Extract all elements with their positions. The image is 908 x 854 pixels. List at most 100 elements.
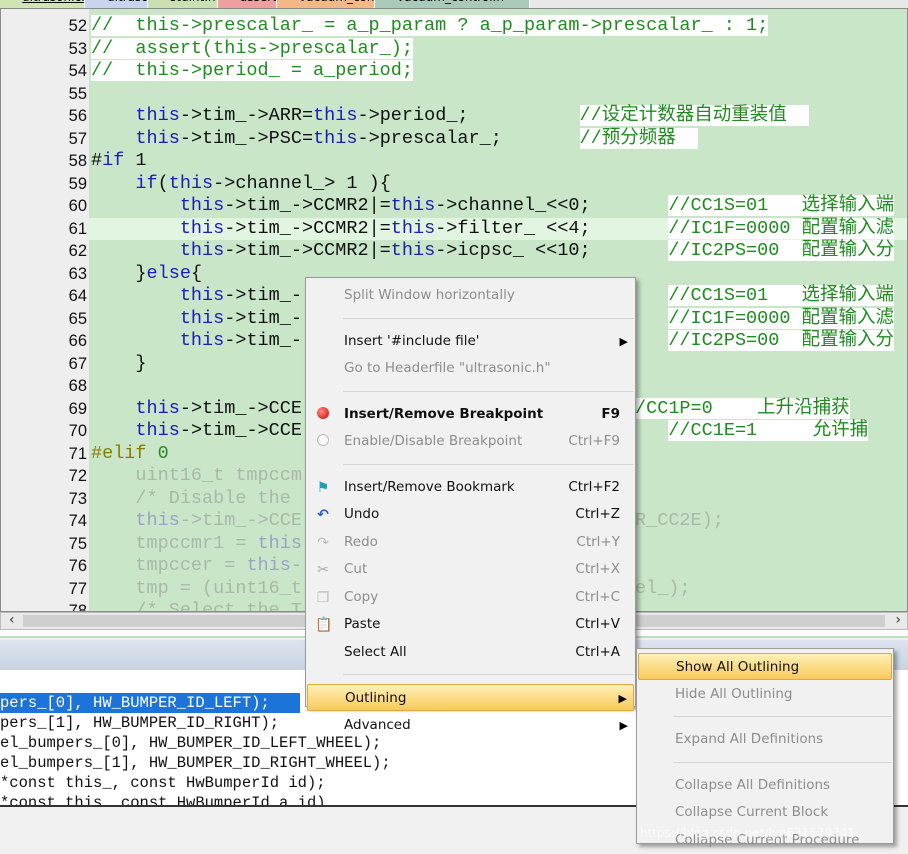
menu-item-insert-remove-bookmark[interactable]: ⚑ Insert/Remove Bookmark Ctrl+F2 (307, 474, 634, 501)
tab-ultrasonic-c[interactable]: ultrasonic.c (0, 0, 85, 8)
menu-item-undo[interactable]: ↶ Undo Ctrl+Z (307, 501, 634, 528)
menu-item-insert-include-file[interactable]: Insert '#include file' ▶ (307, 328, 634, 355)
code-line[interactable]: 52// this->prescalar_ = a_p_param ? a_p_… (1, 15, 907, 38)
code-text: }else{ (91, 262, 203, 284)
code-line[interactable]: 54// this->period_ = a_period; (1, 60, 907, 83)
menu-item-shortcut: Ctrl+V (575, 616, 620, 632)
menu-item-paste[interactable]: 📋 Paste Ctrl+V (307, 611, 634, 638)
menu-item-label: Insert/Remove Bookmark (344, 478, 515, 495)
menu-item-label: Outlining (345, 690, 407, 706)
outlining-submenu: Show All Outlining Hide All Outlining Expa… (636, 648, 894, 848)
menu-item-expand-all-definitions[interactable]: Expand All Definitions (638, 726, 892, 753)
submenu-arrow-icon: ▶ (619, 334, 628, 348)
code-text: this->tim_->ARR=this->period_; //设定计数器自动… (135, 105, 809, 126)
line-number: 73 (68, 489, 87, 508)
output-line[interactable]: pers_[0], HW_BUMPER_ID_LEFT); (0, 693, 300, 713)
code-line[interactable]: 55 (1, 83, 907, 106)
menu-item-copy[interactable]: ❐ Copy Ctrl+C (307, 584, 634, 611)
code-text: #elif 0 (91, 442, 169, 464)
breakpoint-icon (315, 406, 331, 423)
code-line[interactable]: 60 this->tim_->CCMR2|=this->channel_<<0;… (1, 195, 907, 218)
menu-item-label: Show All Outlining (676, 659, 800, 675)
line-number: 69 (68, 399, 87, 418)
menu-separator (343, 317, 634, 319)
line-number: 78 (68, 602, 87, 612)
code-text: if(this->channel_> 1 ){ (135, 172, 391, 194)
output-line[interactable]: *const this_, const HwBumperId id); (0, 773, 326, 793)
bookmark-flag-icon: ⚑ (316, 479, 330, 496)
tab-vacuum_control-h[interactable]: vacuum_control.h (375, 0, 530, 8)
code-text: this->tim_->CCMR2|=this->icpsc_ <<10; //… (179, 240, 895, 261)
code-text: this->tim_->CCMR2|=this->channel_<<0; //… (179, 195, 895, 216)
line-number: 70 (68, 422, 87, 440)
menu-item-label: Enable/Disable Breakpoint (344, 433, 523, 449)
code-text: #if 1 (91, 150, 147, 171)
menu-item-shortcut: Ctrl+F9 (568, 433, 620, 449)
line-number: 60 (68, 197, 87, 215)
menu-item-redo[interactable]: ↷ Redo Ctrl+Y (307, 529, 634, 556)
menu-item-advanced[interactable]: Advanced ▶ (307, 712, 634, 739)
menu-item-label: Cut (344, 561, 368, 577)
line-number: 52 (68, 17, 87, 35)
output-line[interactable]: el_bumpers_[1], HW_BUMPER_ID_RIGHT_WHEEL… (0, 753, 391, 773)
code-line[interactable]: 57 this->tim_->PSC=this->prescalar_; //预… (1, 127, 907, 151)
code-line[interactable]: 58 #if 1 (1, 150, 907, 173)
menu-item-label: Split Window horizontally (344, 287, 515, 303)
menu-item-outlining[interactable]: Outlining ▶ (307, 684, 634, 711)
code-line[interactable]: 62 this->tim_->CCMR2|=this->icpsc_ <<10;… (1, 240, 907, 263)
tab-label: vacuum_control.c (299, 0, 374, 4)
menu-item-split-window-horizontally[interactable]: Split Window horizontally (307, 282, 634, 309)
scroll-right-icon[interactable]: › (895, 612, 901, 628)
menu-item-label: Hide All Outlining (675, 685, 793, 702)
menu-item-enable-disable-breakpoint[interactable]: Enable/Disable Breakpoint Ctrl+F9 (307, 428, 634, 455)
code-line[interactable]: 53// assert(this->prescalar_); (1, 37, 907, 61)
tab-vacuum_control-c[interactable]: vacuum_control.c (277, 0, 375, 8)
menu-item-collapse-current-block[interactable]: Collapse Current Block (638, 799, 892, 826)
menu-item-select-all[interactable]: Select All Ctrl+A (307, 639, 634, 666)
tab-ultrasonic-h[interactable]: ultrasonic.h (85, 0, 148, 8)
menu-item-label: Collapse Current Block (675, 804, 829, 820)
output-line[interactable]: pers_[1], HW_BUMPER_ID_RIGHT); (0, 713, 279, 733)
menu-item-show-all-outlining[interactable]: Show All Outlining (638, 653, 892, 680)
line-number: 53 (68, 39, 87, 58)
line-number: 61 (1, 217, 87, 240)
line-number: 55 (68, 84, 87, 103)
line-number: 72 (68, 467, 87, 485)
menu-item-label: Select All (344, 643, 407, 660)
menu-item-insert-remove-breakpoint[interactable]: Insert/Remove Breakpoint F9 (307, 401, 634, 428)
output-line[interactable]: *const this_ const HwBumperId a id) (0, 793, 326, 805)
menu-item-label: Copy (344, 588, 379, 605)
tab-stdint-h[interactable]: stdint.h (148, 0, 218, 8)
line-number: 74 (68, 512, 87, 530)
line-number: 62 (68, 242, 87, 260)
undo-icon: ↶ (317, 507, 329, 523)
menu-item-label: Collapse All Definitions (675, 776, 831, 793)
code-line[interactable]: 59 if(this->channel_> 1 ){ (1, 172, 907, 196)
menu-item-label: Redo (344, 533, 378, 550)
tab-label: assert.h (240, 0, 276, 4)
tab-label: ultrasonic.h (107, 0, 147, 4)
line-number: 54 (68, 62, 87, 80)
menu-item-hide-all-outlining[interactable]: Hide All Outlining (638, 681, 892, 708)
menu-item-label: Paste (344, 616, 381, 632)
code-line[interactable]: 56 this->tim_->ARR=this->period_; //设定计数… (1, 105, 907, 128)
line-number: 68 (68, 377, 87, 395)
code-text: tmpccmr1 = this (91, 532, 302, 554)
menu-item-cut[interactable]: ✂ Cut Ctrl+X (307, 556, 634, 583)
code-text: // this->prescalar_ = a_p_param ? a_p_pa… (91, 15, 769, 36)
scroll-left-icon[interactable]: ‹ (9, 612, 15, 628)
breakpoint-outline-icon (315, 434, 331, 450)
menu-item-go-to-headerfile-ultrasonic-h[interactable]: Go to Headerfile "ultrasonic.h" (307, 355, 634, 382)
line-number: 56 (68, 107, 87, 125)
menu-separator (343, 674, 634, 675)
menu-item-label: Expand All Definitions (675, 731, 824, 747)
tab-assert-h[interactable]: assert.h (218, 0, 277, 8)
tab-label: stdint.h (170, 0, 216, 4)
menu-separator (343, 463, 634, 465)
menu-item-label: Advanced (344, 716, 411, 733)
line-number: 59 (68, 174, 87, 193)
menu-item-shortcut: Ctrl+A (575, 643, 620, 660)
menu-item-shortcut: Ctrl+Z (575, 506, 620, 522)
code-line[interactable]: 61 this->tim_->CCMR2|=this->filter_ <<4;… (1, 217, 907, 240)
menu-item-collapse-all-definitions[interactable]: Collapse All Definitions (638, 772, 892, 799)
